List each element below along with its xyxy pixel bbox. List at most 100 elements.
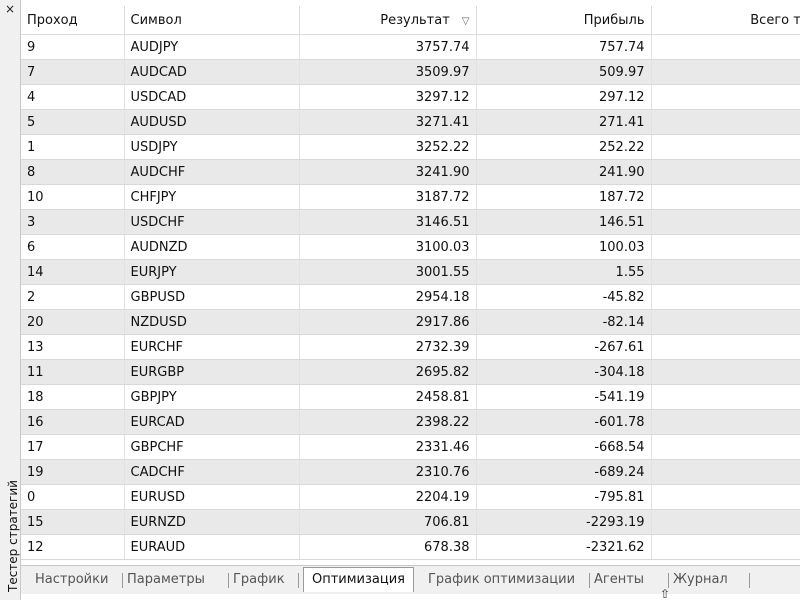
cell-trades — [651, 284, 800, 310]
mouse-cursor-icon: ⇧ — [660, 587, 671, 601]
table-row[interactable]: 3 USDCHF 3146.51 146.51 — [21, 209, 800, 235]
tab-separator — [228, 573, 229, 588]
cell-trades — [651, 359, 800, 385]
cell-pass: 7 — [21, 59, 125, 85]
cell-symbol: AUDUSD — [124, 109, 300, 135]
column-header-trades[interactable]: Всего трейд — [651, 6, 800, 35]
cell-pass: 18 — [21, 384, 125, 410]
cell-pass: 13 — [21, 334, 125, 360]
tab-6[interactable]: Журнал — [673, 570, 728, 590]
cell-pass: 0 — [21, 484, 125, 510]
table-row[interactable]: 19 CADCHF 2310.76 -689.24 — [21, 459, 800, 485]
column-header-trades-label: Всего трейд — [750, 12, 800, 28]
table-row[interactable]: 9 AUDJPY 3757.74 757.74 — [21, 34, 800, 60]
table-row[interactable]: 4 USDCAD 3297.12 297.12 — [21, 84, 800, 110]
cell-profit: 1.55 — [476, 259, 652, 285]
optimization-results-table: Проход Символ Результат ▽ Прибыль Всего т… — [21, 6, 800, 560]
cell-symbol: AUDNZD — [124, 234, 300, 260]
table-row[interactable]: 1 USDJPY 3252.22 252.22 — [21, 134, 800, 160]
cell-result: 2310.76 — [299, 459, 477, 485]
table-row[interactable]: 11 EURGBP 2695.82 -304.18 — [21, 359, 800, 385]
cell-symbol: EURGBP — [124, 359, 300, 385]
table-row[interactable]: 17 GBPCHF 2331.46 -668.54 — [21, 434, 800, 460]
cell-result: 3241.90 — [299, 159, 477, 185]
table-header-row: Проход Символ Результат ▽ Прибыль Всего т… — [21, 6, 800, 35]
column-header-profit-label: Прибыль — [583, 12, 645, 28]
tab-separator — [749, 573, 750, 588]
cell-pass: 15 — [21, 509, 125, 535]
cell-result: 3252.22 — [299, 134, 477, 160]
table-row[interactable]: 13 EURCHF 2732.39 -267.61 — [21, 334, 800, 360]
cell-symbol: GBPUSD — [124, 284, 300, 310]
strategy-tester-side-panel: × Тестер стратегий — [0, 0, 21, 600]
tab-separator — [298, 573, 299, 588]
table-row[interactable]: 16 EURCAD 2398.22 -601.78 — [21, 409, 800, 435]
cell-result: 2458.81 — [299, 384, 477, 410]
cell-trades — [651, 134, 800, 160]
cell-profit: 252.22 — [476, 134, 652, 160]
cell-pass: 11 — [21, 359, 125, 385]
table-row[interactable]: 14 EURJPY 3001.55 1.55 — [21, 259, 800, 285]
cell-result: 678.38 — [299, 534, 477, 560]
cell-symbol: GBPCHF — [124, 434, 300, 460]
cell-symbol: EURAUD — [124, 534, 300, 560]
column-header-profit[interactable]: Прибыль — [476, 6, 652, 35]
tab-4[interactable]: График оптимизации — [428, 570, 575, 590]
tab-1[interactable]: Параметры — [127, 570, 205, 590]
cell-trades — [651, 459, 800, 485]
cell-result: 2398.22 — [299, 409, 477, 435]
cell-result: 2732.39 — [299, 334, 477, 360]
column-header-symbol-label: Символ — [130, 12, 182, 28]
cell-trades — [651, 484, 800, 510]
optimization-results-grid[interactable]: Проход Символ Результат ▽ Прибыль Всего т… — [21, 6, 800, 561]
cell-symbol: EURUSD — [124, 484, 300, 510]
table-row[interactable]: 5 AUDUSD 3271.41 271.41 — [21, 109, 800, 135]
tab-2[interactable]: График — [233, 570, 285, 590]
table-row[interactable]: 8 AUDCHF 3241.90 241.90 — [21, 159, 800, 185]
cell-pass: 3 — [21, 209, 125, 235]
cell-profit: -304.18 — [476, 359, 652, 385]
cell-trades — [651, 434, 800, 460]
table-row[interactable]: 20 NZDUSD 2917.86 -82.14 — [21, 309, 800, 335]
cell-trades — [651, 159, 800, 185]
cell-trades — [651, 534, 800, 560]
column-header-result-label: Результат — [380, 12, 450, 28]
table-row[interactable]: 10 CHFJPY 3187.72 187.72 — [21, 184, 800, 210]
cell-result: 2204.19 — [299, 484, 477, 510]
table-row[interactable]: 0 EURUSD 2204.19 -795.81 — [21, 484, 800, 510]
table-row[interactable]: 18 GBPJPY 2458.81 -541.19 — [21, 384, 800, 410]
tab-separator — [668, 573, 669, 588]
cell-profit: 297.12 — [476, 84, 652, 110]
cell-pass: 5 — [21, 109, 125, 135]
table-row[interactable]: 15 EURNZD 706.81 -2293.19 — [21, 509, 800, 535]
strategy-tester-title: Тестер стратегий — [6, 480, 20, 592]
cell-profit: 509.97 — [476, 59, 652, 85]
cell-symbol: CHFJPY — [124, 184, 300, 210]
table-row[interactable]: 2 GBPUSD 2954.18 -45.82 — [21, 284, 800, 310]
cell-profit: 241.90 — [476, 159, 652, 185]
cell-trades — [651, 34, 800, 60]
tab-0[interactable]: Настройки — [35, 570, 108, 590]
cell-profit: -601.78 — [476, 409, 652, 435]
cell-pass: 10 — [21, 184, 125, 210]
cell-profit: 100.03 — [476, 234, 652, 260]
cell-result: 706.81 — [299, 509, 477, 535]
table-row[interactable]: 7 AUDCAD 3509.97 509.97 — [21, 59, 800, 85]
table-row[interactable]: 12 EURAUD 678.38 -2321.62 — [21, 534, 800, 560]
tab-3[interactable]: Оптимизация — [303, 567, 415, 592]
column-header-pass[interactable]: Проход — [21, 6, 125, 35]
cell-profit: -541.19 — [476, 384, 652, 410]
cell-symbol: AUDJPY — [124, 34, 300, 60]
table-row[interactable]: 6 AUDNZD 3100.03 100.03 — [21, 234, 800, 260]
tab-5[interactable]: Агенты — [594, 570, 644, 590]
column-header-pass-label: Проход — [27, 12, 78, 28]
close-icon[interactable]: × — [2, 1, 18, 17]
column-header-symbol[interactable]: Символ — [124, 6, 300, 35]
cell-profit: 187.72 — [476, 184, 652, 210]
cell-symbol: NZDUSD — [124, 309, 300, 335]
cell-trades — [651, 384, 800, 410]
cell-profit: -82.14 — [476, 309, 652, 335]
cell-pass: 14 — [21, 259, 125, 285]
cell-symbol: USDJPY — [124, 134, 300, 160]
column-header-result[interactable]: Результат ▽ — [299, 6, 477, 35]
